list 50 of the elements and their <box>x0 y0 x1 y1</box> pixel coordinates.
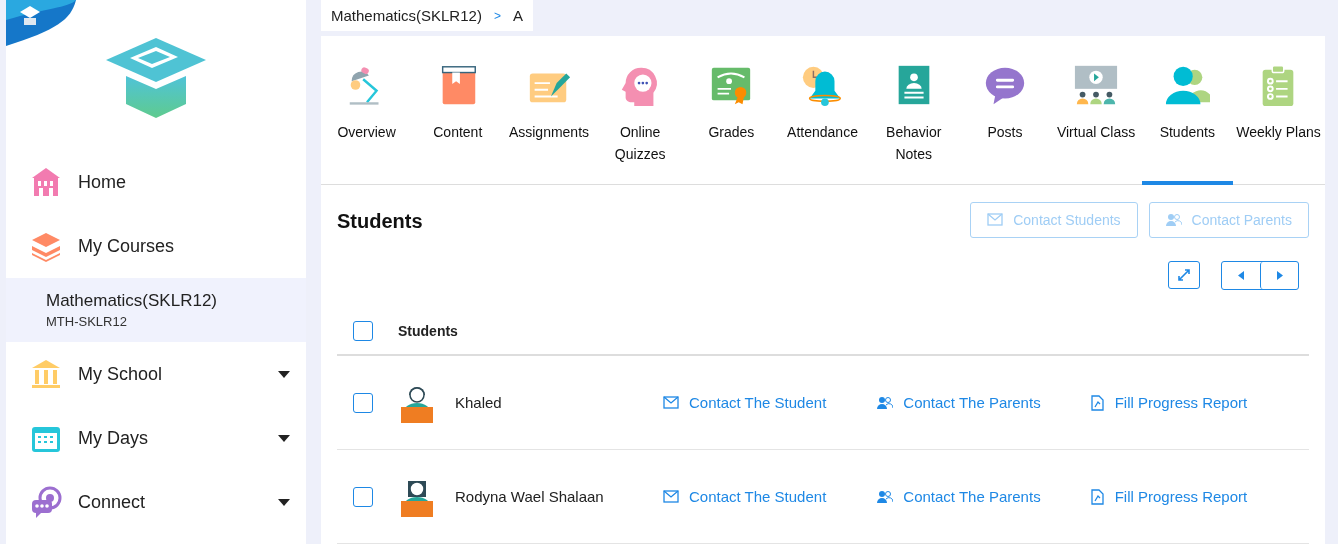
course-item[interactable]: Mathematics(SKLR12) MTH-SKLR12 <box>6 278 306 342</box>
expand-icon <box>1178 269 1190 281</box>
document-icon <box>1088 488 1105 505</box>
nav-link[interactable]: My School <box>78 363 262 385</box>
nav-tab[interactable]: Assignments <box>503 36 595 185</box>
expand-button[interactable] <box>1168 261 1200 289</box>
nav-tab[interactable]: Online Quizzes <box>594 36 686 185</box>
mail-icon <box>987 212 1004 228</box>
action-link[interactable]: Contact The Student <box>663 394 827 411</box>
checkbox[interactable] <box>353 321 373 341</box>
two-people-icon <box>1165 212 1182 228</box>
caret-left-icon <box>1238 270 1244 280</box>
checkbox[interactable] <box>353 486 373 507</box>
books-icon <box>30 230 62 262</box>
course-name: Mathematics(SKLR12) <box>46 291 218 311</box>
building-icon <box>30 166 62 198</box>
nav-tab[interactable]: Behavior Notes <box>868 36 960 185</box>
columns-icon <box>30 358 62 390</box>
nav-tab[interactable]: Virtual Class <box>1050 36 1142 185</box>
section-title: Students <box>337 208 424 233</box>
column-header: Students <box>398 323 458 339</box>
two-people-icon <box>877 488 894 505</box>
mail-icon <box>663 488 679 505</box>
course-code: MTH-SKLR12 <box>46 314 128 329</box>
nav-link[interactable]: Connect <box>78 491 262 513</box>
two-people-icon <box>877 394 894 411</box>
action-link[interactable]: Contact The Parents <box>877 488 1041 505</box>
document-icon <box>1088 394 1105 411</box>
nav-tab[interactable]: Weekly Plans <box>1232 36 1325 185</box>
student-name: Rodyna Wael Shalaan <box>455 488 605 505</box>
action-link[interactable]: Contact The Parents <box>877 394 1041 411</box>
breadcrumb-link[interactable]: A <box>512 7 523 25</box>
student-name: Khaled <box>455 394 503 411</box>
nav-link[interactable]: My Courses <box>78 235 306 257</box>
nav-tab[interactable]: Content <box>412 36 504 185</box>
nav-tab[interactable]: Attendance <box>776 36 869 185</box>
breadcrumb-link[interactable]: Mathematics(SKLR12) <box>331 7 482 25</box>
chat-bubble-icon <box>30 486 62 518</box>
nav-tab[interactable]: Posts <box>959 36 1051 185</box>
checkbox[interactable] <box>353 392 373 413</box>
caret-right-icon <box>1276 270 1283 280</box>
mail-icon <box>663 394 679 411</box>
nav-tab[interactable]: Grades <box>685 36 777 185</box>
nav-link[interactable]: My Days <box>78 427 262 449</box>
action-link[interactable]: Fill Progress Report <box>1088 488 1248 505</box>
nav-link[interactable]: Home <box>78 171 306 193</box>
nav-tab[interactable]: Overview <box>321 36 413 185</box>
action-link[interactable]: Contact The Student <box>663 488 827 505</box>
action-link[interactable]: Fill Progress Report <box>1088 394 1248 411</box>
breadcrumb-separator: > <box>493 8 501 23</box>
